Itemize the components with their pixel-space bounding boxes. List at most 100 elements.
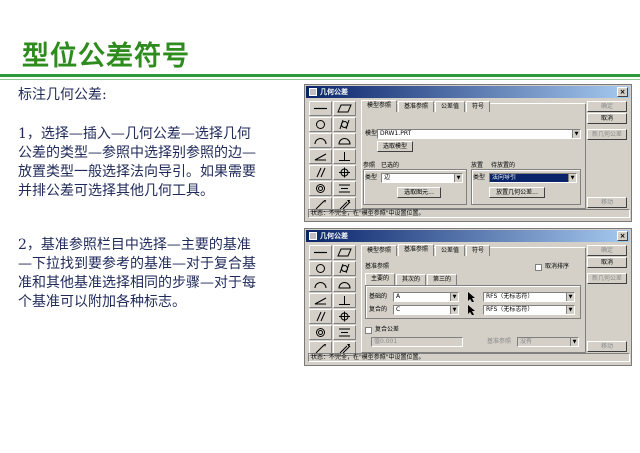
dialog-title: 几何公差	[320, 232, 348, 240]
position-icon[interactable]	[333, 309, 356, 324]
app-icon	[309, 88, 317, 96]
select-entity-button[interactable]: 选取图元...	[397, 187, 441, 198]
gtol-dialog-datum-ref: 几何公差 × 模型参照 基准参照 公差值 符号 基准参照 取消排序 主要的 其次…	[304, 228, 632, 366]
compound-datum-value: C	[396, 306, 401, 313]
cancel-sort-checkbox[interactable]	[535, 264, 542, 271]
composite-value-field[interactable]: 值0.001	[371, 337, 463, 347]
chevron-down-icon[interactable]: ▼	[568, 174, 576, 182]
compound-datum-dropdown[interactable]: C ▼	[393, 305, 459, 315]
basic-datum-value: A	[396, 293, 401, 300]
tab-strip: 模型参照 基准参照 公差值 符号	[361, 100, 491, 112]
concentricity-icon[interactable]	[309, 181, 332, 196]
line-profile-icon[interactable]	[309, 133, 332, 148]
datum-ref-label: 基准参照	[487, 338, 512, 345]
cylindricity-icon[interactable]	[333, 117, 356, 132]
model-value: DRW1.PRT	[380, 130, 412, 137]
perpendicularity-icon[interactable]	[333, 149, 356, 164]
circularity-icon[interactable]	[309, 261, 332, 276]
tab-symbol[interactable]: 符号	[466, 245, 491, 256]
placement-type-value: 法向导引	[492, 174, 517, 181]
straightness-icon[interactable]	[309, 245, 332, 260]
parallelism-icon[interactable]	[309, 165, 332, 180]
select-model-button[interactable]: 选取模型	[377, 141, 413, 152]
flatness-icon[interactable]	[333, 245, 356, 260]
close-button[interactable]: ×	[617, 87, 628, 97]
basic-modifier-dropdown[interactable]: RFS（无标志符） ▼	[483, 292, 575, 302]
symmetry-icon[interactable]	[333, 325, 356, 340]
subtab-primary[interactable]: 主要的	[365, 273, 396, 285]
place-gtol-button[interactable]: 放置几何公差...	[489, 187, 545, 198]
composite-tolerance-checkbox[interactable]	[365, 327, 372, 334]
basic-datum-label: 基础的	[369, 293, 388, 300]
chevron-down-icon[interactable]: ▼	[450, 293, 458, 301]
compound-modifier-dropdown[interactable]: RFS（无标志符） ▼	[483, 305, 575, 315]
app-icon	[309, 232, 317, 240]
surface-profile-icon[interactable]	[333, 277, 356, 292]
tab-strip: 模型参照 基准参照 公差值 符号	[361, 244, 491, 256]
tab-tolerance-value[interactable]: 公差值	[435, 101, 466, 112]
cancel-button[interactable]: 取消	[587, 113, 627, 124]
step2-text: 2，基准参照栏目中选择—主要的基准—下拉找到要参考的基准—对于复合基准和其他基准…	[18, 237, 256, 310]
position-icon[interactable]	[333, 165, 356, 180]
ok-button[interactable]: 确定	[587, 101, 627, 112]
tab-datum-ref[interactable]: 基准参照	[398, 101, 435, 112]
title-divider	[0, 74, 640, 77]
cancel-sort-label: 取消排序	[545, 263, 570, 270]
tab-model-ref[interactable]: 模型参照	[361, 245, 398, 256]
title-divider-thin	[0, 79, 640, 80]
status-bar: 状态：不完全，在"模型参照"中设置位置。	[308, 353, 630, 362]
chevron-down-icon[interactable]: ▼	[566, 293, 574, 301]
gtol-symbol-palette	[309, 245, 357, 357]
angularity-icon[interactable]	[309, 149, 332, 164]
model-label: 模型	[365, 130, 378, 137]
dialog-titlebar: 几何公差 ×	[306, 230, 630, 242]
gtol-symbol-palette	[309, 101, 357, 213]
compound-modifier-value: RFS（无标志符）	[486, 306, 534, 313]
chevron-down-icon[interactable]: ▼	[450, 306, 458, 314]
tab-symbol[interactable]: 符号	[466, 101, 491, 112]
basic-datum-dropdown[interactable]: A ▼	[393, 292, 459, 302]
concentricity-icon[interactable]	[309, 325, 332, 340]
datum-group-label: 基准参照	[365, 263, 390, 270]
circularity-icon[interactable]	[309, 117, 332, 132]
flatness-icon[interactable]	[333, 101, 356, 116]
subtab-tertiary[interactable]: 第三的	[427, 274, 458, 285]
gtol-dialog-model-ref: 几何公差 × 模型参照 基准参照 公差值 符号 模型 DRW1.PRT ▼ 选取…	[304, 84, 632, 222]
select-arrow-icon[interactable]	[467, 292, 476, 302]
datum-ref-dropdown[interactable]: 没有 ▼	[517, 337, 579, 347]
parallelism-icon[interactable]	[309, 309, 332, 324]
reference-type-label: 类型	[365, 174, 378, 181]
perpendicularity-icon[interactable]	[333, 293, 356, 308]
chevron-down-icon[interactable]: ▼	[570, 338, 578, 346]
step1-text: 1，选择—插入—几何公差—选择几何公差的类型—参照中选择别参照的边—放置类型一般…	[18, 126, 256, 199]
dialog-title: 几何公差	[320, 88, 348, 96]
select-arrow-icon[interactable]	[467, 305, 476, 315]
surface-profile-icon[interactable]	[333, 133, 356, 148]
angularity-icon[interactable]	[309, 293, 332, 308]
tab-tolerance-value[interactable]: 公差值	[435, 245, 466, 256]
placement-type-label: 类型	[473, 174, 486, 181]
chevron-down-icon[interactable]: ▼	[454, 174, 462, 182]
reference-type-value: 边	[384, 174, 391, 181]
slide-title: 型位公差符号	[22, 41, 190, 72]
new-gtol-button[interactable]: 新几何公差	[587, 273, 627, 284]
chevron-down-icon[interactable]: ▼	[566, 306, 574, 314]
tab-model-ref[interactable]: 模型参照	[361, 100, 398, 112]
move-button[interactable]: 移动	[587, 197, 627, 208]
chevron-down-icon[interactable]: ▼	[572, 130, 580, 138]
subtab-secondary[interactable]: 其次的	[396, 274, 427, 285]
close-button[interactable]: ×	[617, 231, 628, 241]
straightness-icon[interactable]	[309, 101, 332, 116]
new-gtol-button[interactable]: 新几何公差	[587, 129, 627, 140]
cylindricity-icon[interactable]	[333, 261, 356, 276]
reference-type-dropdown[interactable]: 边 ▼	[381, 173, 463, 183]
placement-type-dropdown[interactable]: 法向导引 ▼	[489, 173, 577, 183]
symmetry-icon[interactable]	[333, 181, 356, 196]
tab-datum-ref[interactable]: 基准参照	[398, 244, 435, 256]
ok-button[interactable]: 确定	[587, 245, 627, 256]
cancel-button[interactable]: 取消	[587, 257, 627, 268]
model-field[interactable]: DRW1.PRT ▼	[377, 129, 581, 139]
status-bar: 状态：不完全，在"模型参照"中设置位置。	[308, 209, 630, 218]
line-profile-icon[interactable]	[309, 277, 332, 292]
move-button[interactable]: 移动	[587, 341, 627, 352]
